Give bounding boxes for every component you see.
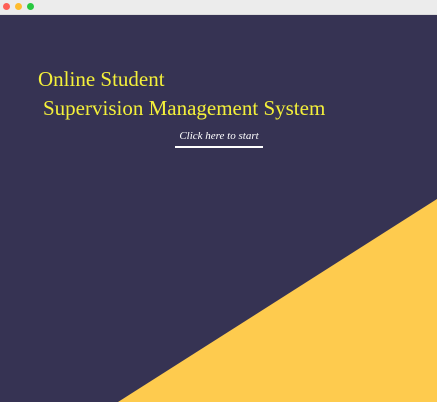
window-titlebar xyxy=(0,0,437,15)
close-window-button[interactable] xyxy=(3,3,10,10)
page-title-line1: Online Student xyxy=(38,67,165,91)
landing-page: Online Student Supervision Management Sy… xyxy=(0,15,437,402)
zoom-window-button[interactable] xyxy=(27,3,34,10)
page-title-line2: Supervision Management System xyxy=(43,96,326,120)
start-link[interactable]: Click here to start xyxy=(175,129,263,148)
browser-window: Online Student Supervision Management Sy… xyxy=(0,0,437,402)
yellow-wedge-shape xyxy=(118,199,437,402)
minimize-window-button[interactable] xyxy=(15,3,22,10)
